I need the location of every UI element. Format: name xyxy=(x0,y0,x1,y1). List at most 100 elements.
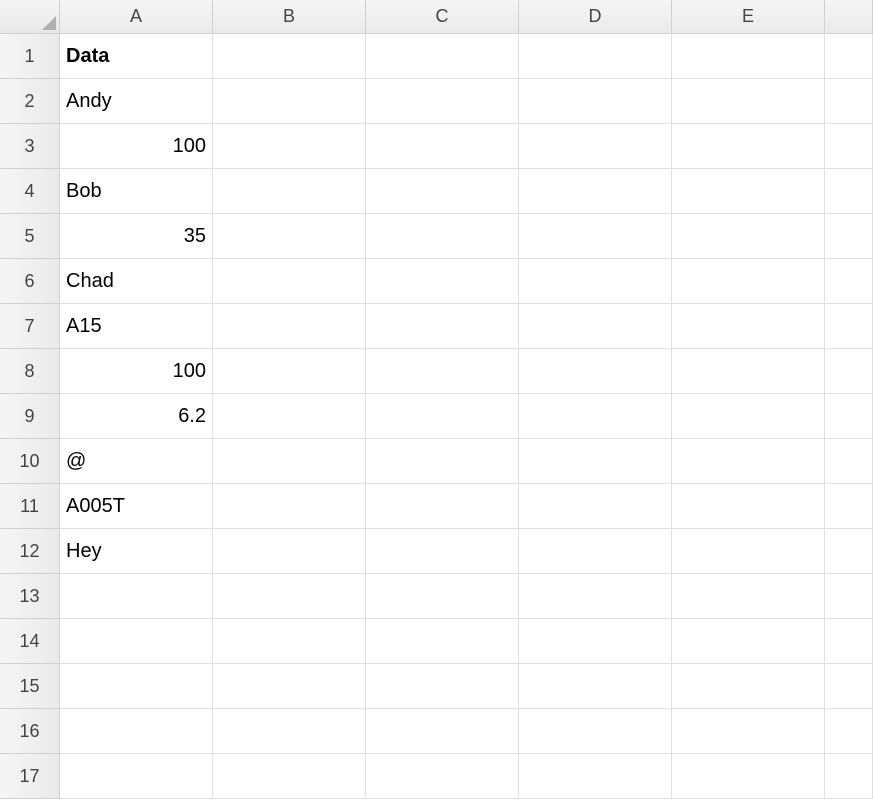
row-header-17[interactable]: 17 xyxy=(0,754,60,799)
cell-B1[interactable] xyxy=(213,34,366,79)
column-header-E[interactable]: E xyxy=(672,0,825,34)
cell-C16[interactable] xyxy=(366,709,519,754)
row-header-8[interactable]: 8 xyxy=(0,349,60,394)
row-header-15[interactable]: 15 xyxy=(0,664,60,709)
cell-F8-partial[interactable] xyxy=(825,349,873,394)
cell-A3[interactable]: 100 xyxy=(60,124,213,169)
cell-F16-partial[interactable] xyxy=(825,709,873,754)
cell-C12[interactable] xyxy=(366,529,519,574)
cell-B8[interactable] xyxy=(213,349,366,394)
cell-A17[interactable] xyxy=(60,754,213,799)
cell-F6-partial[interactable] xyxy=(825,259,873,304)
cell-C1[interactable] xyxy=(366,34,519,79)
cell-B3[interactable] xyxy=(213,124,366,169)
cell-E10[interactable] xyxy=(672,439,825,484)
cell-E7[interactable] xyxy=(672,304,825,349)
cell-E11[interactable] xyxy=(672,484,825,529)
row-header-4[interactable]: 4 xyxy=(0,169,60,214)
cell-F1-partial[interactable] xyxy=(825,34,873,79)
cell-D15[interactable] xyxy=(519,664,672,709)
cell-E1[interactable] xyxy=(672,34,825,79)
row-header-1[interactable]: 1 xyxy=(0,34,60,79)
row-header-16[interactable]: 16 xyxy=(0,709,60,754)
cell-B17[interactable] xyxy=(213,754,366,799)
cell-A1[interactable]: Data xyxy=(60,34,213,79)
cell-E17[interactable] xyxy=(672,754,825,799)
cell-B13[interactable] xyxy=(213,574,366,619)
row-header-12[interactable]: 12 xyxy=(0,529,60,574)
row-header-14[interactable]: 14 xyxy=(0,619,60,664)
cell-A14[interactable] xyxy=(60,619,213,664)
cell-E15[interactable] xyxy=(672,664,825,709)
cell-C2[interactable] xyxy=(366,79,519,124)
cell-E9[interactable] xyxy=(672,394,825,439)
cell-A5[interactable]: 35 xyxy=(60,214,213,259)
cell-A9[interactable]: 6.2 xyxy=(60,394,213,439)
cell-F4-partial[interactable] xyxy=(825,169,873,214)
cell-E12[interactable] xyxy=(672,529,825,574)
cell-B4[interactable] xyxy=(213,169,366,214)
cell-D1[interactable] xyxy=(519,34,672,79)
cell-B6[interactable] xyxy=(213,259,366,304)
cell-A13[interactable] xyxy=(60,574,213,619)
cell-B10[interactable] xyxy=(213,439,366,484)
cell-C5[interactable] xyxy=(366,214,519,259)
column-header-B[interactable]: B xyxy=(213,0,366,34)
cell-C6[interactable] xyxy=(366,259,519,304)
row-header-13[interactable]: 13 xyxy=(0,574,60,619)
cell-F15-partial[interactable] xyxy=(825,664,873,709)
cell-A10[interactable]: @ xyxy=(60,439,213,484)
row-header-7[interactable]: 7 xyxy=(0,304,60,349)
cell-F14-partial[interactable] xyxy=(825,619,873,664)
cell-E4[interactable] xyxy=(672,169,825,214)
cell-F17-partial[interactable] xyxy=(825,754,873,799)
cell-E6[interactable] xyxy=(672,259,825,304)
cell-C3[interactable] xyxy=(366,124,519,169)
cell-B16[interactable] xyxy=(213,709,366,754)
select-all-corner[interactable] xyxy=(0,0,60,34)
cell-D11[interactable] xyxy=(519,484,672,529)
cell-C15[interactable] xyxy=(366,664,519,709)
cell-D3[interactable] xyxy=(519,124,672,169)
cell-E2[interactable] xyxy=(672,79,825,124)
cell-D10[interactable] xyxy=(519,439,672,484)
row-header-10[interactable]: 10 xyxy=(0,439,60,484)
cell-F7-partial[interactable] xyxy=(825,304,873,349)
cell-B15[interactable] xyxy=(213,664,366,709)
cell-E14[interactable] xyxy=(672,619,825,664)
cell-D14[interactable] xyxy=(519,619,672,664)
cell-C13[interactable] xyxy=(366,574,519,619)
cell-A15[interactable] xyxy=(60,664,213,709)
cell-B2[interactable] xyxy=(213,79,366,124)
cell-A12[interactable]: Hey xyxy=(60,529,213,574)
cell-C9[interactable] xyxy=(366,394,519,439)
cell-D12[interactable] xyxy=(519,529,672,574)
cell-F2-partial[interactable] xyxy=(825,79,873,124)
row-header-6[interactable]: 6 xyxy=(0,259,60,304)
cell-E13[interactable] xyxy=(672,574,825,619)
row-header-2[interactable]: 2 xyxy=(0,79,60,124)
cell-F9-partial[interactable] xyxy=(825,394,873,439)
cell-C11[interactable] xyxy=(366,484,519,529)
cell-E5[interactable] xyxy=(672,214,825,259)
cell-C10[interactable] xyxy=(366,439,519,484)
cell-F5-partial[interactable] xyxy=(825,214,873,259)
cell-D4[interactable] xyxy=(519,169,672,214)
cell-A16[interactable] xyxy=(60,709,213,754)
cell-D2[interactable] xyxy=(519,79,672,124)
cell-D9[interactable] xyxy=(519,394,672,439)
cell-B11[interactable] xyxy=(213,484,366,529)
cell-F13-partial[interactable] xyxy=(825,574,873,619)
row-header-5[interactable]: 5 xyxy=(0,214,60,259)
cell-E8[interactable] xyxy=(672,349,825,394)
cell-F11-partial[interactable] xyxy=(825,484,873,529)
column-header-A[interactable]: A xyxy=(60,0,213,34)
cell-A2[interactable]: Andy xyxy=(60,79,213,124)
cell-D13[interactable] xyxy=(519,574,672,619)
cell-C4[interactable] xyxy=(366,169,519,214)
column-header-partial[interactable] xyxy=(825,0,873,34)
cell-E3[interactable] xyxy=(672,124,825,169)
column-header-C[interactable]: C xyxy=(366,0,519,34)
row-header-3[interactable]: 3 xyxy=(0,124,60,169)
cell-A7[interactable]: A15 xyxy=(60,304,213,349)
